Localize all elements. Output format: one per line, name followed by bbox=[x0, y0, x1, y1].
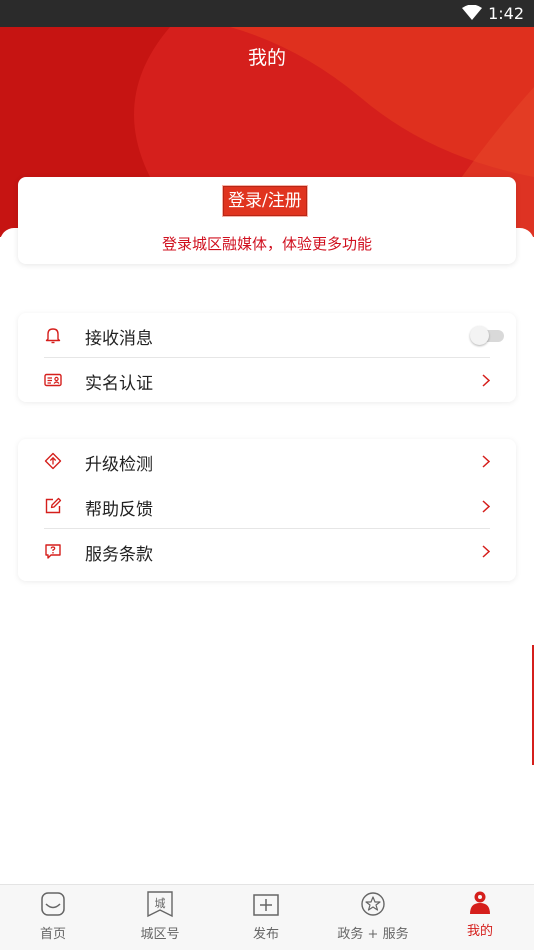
tab-label: 政务 + 服务 bbox=[337, 927, 409, 942]
bottom-tab-bar: 首页 城 城区号 发布 政务 + 服务 我的 bbox=[0, 884, 534, 950]
settings-row-upgrade-check[interactable]: 升级检测 bbox=[18, 439, 516, 484]
chevron-right-icon bbox=[482, 545, 490, 558]
settings-row-real-name-auth[interactable]: 实名认证 bbox=[18, 358, 516, 403]
login-hint: 登录城区融媒体，体验更多功能 bbox=[161, 235, 372, 253]
tab-home[interactable]: 首页 bbox=[0, 885, 106, 950]
settings-card-notifications: 接收消息 实名认证 bbox=[18, 313, 516, 402]
id-card-icon bbox=[44, 373, 62, 387]
tab-label: 首页 bbox=[39, 927, 66, 942]
bell-icon bbox=[45, 328, 61, 344]
settings-row-label: 接收消息 bbox=[85, 329, 153, 349]
home-icon bbox=[41, 892, 65, 916]
tab-publish[interactable]: 发布 bbox=[213, 885, 319, 950]
settings-row-label: 服务条款 bbox=[85, 545, 153, 565]
settings-row-help-feedback[interactable]: 帮助反馈 bbox=[18, 484, 516, 529]
tab-label: 发布 bbox=[252, 927, 279, 942]
settings-card-general: 升级检测 帮助反馈 服务条款 bbox=[18, 439, 516, 581]
edit-icon bbox=[45, 497, 62, 514]
plus-square-icon bbox=[253, 894, 279, 916]
settings-row-receive-messages[interactable]: 接收消息 bbox=[18, 313, 516, 358]
receive-messages-toggle[interactable] bbox=[470, 326, 506, 345]
tab-label: 我的 bbox=[466, 924, 493, 939]
login-register-button[interactable]: 登录/注册 bbox=[223, 186, 307, 216]
status-bar: 1:42 bbox=[0, 0, 534, 27]
settings-row-label: 帮助反馈 bbox=[85, 500, 153, 520]
person-icon bbox=[470, 891, 490, 914]
city-badge-icon: 城 bbox=[147, 891, 173, 918]
tab-label: 城区号 bbox=[140, 927, 180, 942]
clock: 1:42 bbox=[488, 4, 524, 23]
chat-help-icon bbox=[45, 544, 61, 559]
chevron-right-icon bbox=[482, 455, 490, 468]
upgrade-icon bbox=[44, 452, 62, 470]
login-card: 登录/注册 登录城区融媒体，体验更多功能 bbox=[18, 177, 516, 264]
page-title: 我的 bbox=[247, 47, 286, 69]
settings-row-terms-of-service[interactable]: 服务条款 bbox=[18, 529, 516, 574]
tab-mine[interactable]: 我的 bbox=[427, 885, 533, 950]
svg-text:城: 城 bbox=[155, 897, 166, 910]
chevron-right-icon bbox=[482, 500, 490, 513]
chevron-right-icon bbox=[482, 374, 490, 387]
star-badge-icon bbox=[361, 892, 385, 916]
tab-government-services[interactable]: 政务 + 服务 bbox=[320, 885, 426, 950]
settings-row-label: 升级检测 bbox=[85, 455, 153, 475]
settings-row-label: 实名认证 bbox=[85, 374, 153, 394]
wifi-icon bbox=[462, 5, 482, 20]
tab-district-account[interactable]: 城 城区号 bbox=[107, 885, 213, 950]
